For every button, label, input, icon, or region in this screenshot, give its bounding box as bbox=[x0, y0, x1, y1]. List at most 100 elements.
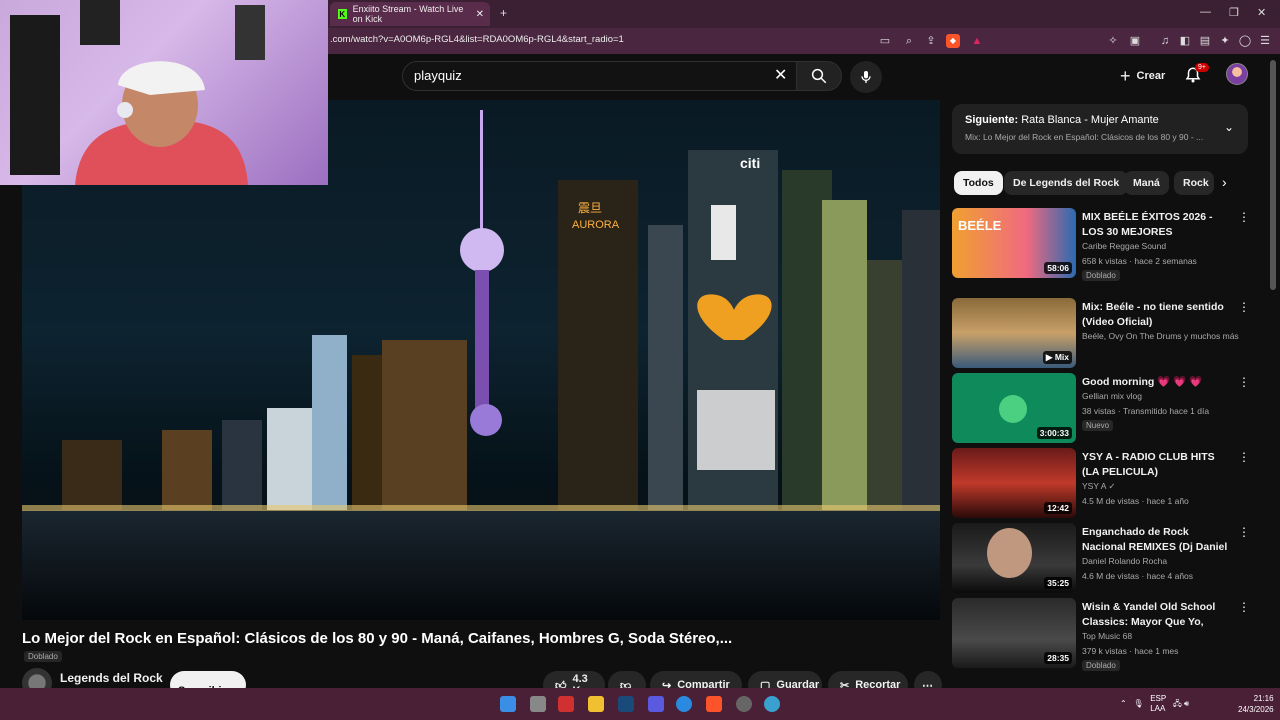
page-scrollbar[interactable] bbox=[1270, 60, 1276, 290]
search-input[interactable]: playquiz bbox=[402, 61, 797, 91]
duration-badge: ▶ Mix bbox=[1042, 351, 1072, 364]
zoom-icon[interactable]: ⌕ bbox=[902, 34, 916, 48]
extensions-icon[interactable]: ✧ bbox=[1106, 34, 1120, 48]
v-app-icon[interactable] bbox=[618, 696, 634, 712]
channel-name[interactable]: Legends del Rock bbox=[60, 671, 163, 685]
chevron-right-icon[interactable]: › bbox=[1222, 174, 1227, 190]
share-page-icon[interactable]: ⇪ bbox=[924, 34, 938, 48]
minimize-icon[interactable]: — bbox=[1200, 6, 1211, 18]
chip-rock[interactable]: Rock bbox=[1174, 171, 1214, 195]
app-icon[interactable] bbox=[648, 696, 664, 712]
edge-icon[interactable] bbox=[676, 696, 692, 712]
rec-channel: Top Music 68 bbox=[1082, 631, 1133, 641]
create-button[interactable]: + Crear bbox=[1110, 62, 1175, 90]
account-avatar[interactable] bbox=[1226, 63, 1248, 85]
more-vertical-icon[interactable]: ⋮ bbox=[1238, 375, 1250, 389]
file-explorer-icon[interactable] bbox=[588, 696, 604, 712]
chevron-down-icon[interactable]: ⌄ bbox=[1224, 120, 1234, 134]
list-item[interactable]: 12:42 YSY A - RADIO CLUB HITS (LA PELICU… bbox=[952, 448, 1252, 520]
rec-title: Enganchado de Rock Nacional REMIXES (Dj … bbox=[1082, 526, 1228, 553]
verified-icon: ✓ bbox=[1108, 481, 1116, 491]
rec-meta: 4.5 M de vistas · hace 1 año bbox=[1082, 496, 1189, 506]
url-field[interactable]: .com/watch?v=A0OM6p-RGL4&list=RDA0OM6p-R… bbox=[330, 34, 624, 45]
mix-label: Mix bbox=[1054, 352, 1069, 362]
thumbnail[interactable]: 28:35 bbox=[952, 598, 1076, 668]
chip-all[interactable]: Todos bbox=[954, 171, 1003, 195]
rec-channel: Beéle, Ovy On The Drums y muchos más bbox=[1082, 331, 1239, 341]
citi-text: citi bbox=[740, 155, 760, 171]
thumbnail[interactable]: 35:25 bbox=[952, 523, 1076, 593]
more-vertical-icon[interactable]: ⋮ bbox=[1238, 300, 1250, 314]
video-title: Lo Mejor del Rock en Español: Clásicos d… bbox=[22, 630, 733, 647]
tabs-icon[interactable]: ▤ bbox=[1198, 34, 1212, 48]
new-tab-button[interactable]: + bbox=[500, 6, 507, 20]
rec-channel-name: YSY A bbox=[1082, 481, 1106, 491]
thumbnail[interactable]: ▶ Mix bbox=[952, 298, 1076, 368]
volume-icon[interactable]: 🔊︎ bbox=[1184, 699, 1189, 708]
thumbnail[interactable]: 3:00:33 bbox=[952, 373, 1076, 443]
mic-tray-icon[interactable]: 🎙︎ bbox=[1133, 699, 1143, 708]
playlist-next-card[interactable]: Siguiente: Rata Blanca - Mujer Amante Mi… bbox=[952, 104, 1248, 154]
taskbar-clock[interactable]: 21:16 24/3/2026 bbox=[1238, 693, 1274, 715]
cast-icon[interactable]: ▭ bbox=[878, 34, 892, 48]
leo-icon[interactable]: ✦ bbox=[1218, 34, 1232, 48]
close-tab-icon[interactable]: ✕ bbox=[476, 9, 484, 20]
network-icon[interactable]: 🖧︎ bbox=[1173, 699, 1182, 708]
more-vertical-icon[interactable]: ⋮ bbox=[1238, 600, 1250, 614]
language-indicator[interactable]: ESP LAA bbox=[1150, 694, 1166, 714]
lang-primary: ESP bbox=[1150, 694, 1167, 703]
wallet-icon[interactable]: ▣ bbox=[1128, 34, 1142, 48]
sidebar-icon[interactable]: ◧ bbox=[1178, 34, 1192, 48]
browser-tab-kick[interactable]: K Enxiito Stream - Watch Live on Kick ✕ bbox=[330, 2, 490, 26]
task-view-icon[interactable] bbox=[530, 696, 546, 712]
obs-icon[interactable] bbox=[736, 696, 752, 712]
rec-channel: Caribe Reggae Sound bbox=[1082, 241, 1167, 251]
rec-title: YSY A - RADIO CLUB HITS (LA PELICULA) bbox=[1082, 451, 1215, 478]
acrobat-icon[interactable] bbox=[558, 696, 574, 712]
next-subtitle: Mix: Lo Mejor del Rock en Español: Clási… bbox=[965, 132, 1204, 142]
brave-taskbar-icon[interactable] bbox=[706, 696, 722, 712]
search-button[interactable] bbox=[796, 61, 842, 91]
streamer-webcam bbox=[0, 0, 328, 185]
maximize-icon[interactable]: ❐ bbox=[1229, 6, 1239, 19]
start-menu-icon[interactable] bbox=[500, 696, 516, 712]
thumbnail[interactable]: BEÉLE 58:06 bbox=[952, 208, 1076, 278]
globe-icon[interactable] bbox=[764, 696, 780, 712]
chip-mana[interactable]: Maná bbox=[1124, 171, 1169, 195]
list-item[interactable]: 28:35 Wisin & Yandel Old School Classics… bbox=[952, 598, 1252, 671]
clear-search-icon[interactable]: ✕ bbox=[774, 65, 787, 85]
rec-title: Wisin & Yandel Old School Classics: Mayo… bbox=[1082, 601, 1216, 628]
more-vertical-icon[interactable]: ⋮ bbox=[1238, 525, 1250, 539]
list-item[interactable]: 35:25 Enganchado de Rock Nacional REMIXE… bbox=[952, 523, 1252, 595]
music-icon[interactable]: ♫ bbox=[1158, 34, 1172, 48]
rec-badge: Doblado bbox=[1082, 660, 1120, 671]
next-up-line: Siguiente: Rata Blanca - Mujer Amante bbox=[965, 114, 1159, 126]
brave-rewards-icon[interactable]: ▲ bbox=[970, 34, 984, 48]
rec-channel: Gellian mix vlog bbox=[1082, 391, 1142, 401]
voice-search-button[interactable] bbox=[850, 61, 882, 93]
close-window-icon[interactable]: ✕ bbox=[1257, 6, 1266, 19]
vpn-icon[interactable]: ◯ bbox=[1238, 34, 1252, 48]
thumbnail[interactable]: 12:42 bbox=[952, 448, 1076, 518]
duration-badge: 12:42 bbox=[1044, 502, 1072, 514]
rec-meta: 658 k vistas · hace 2 semanas bbox=[1082, 256, 1197, 266]
tray-chevron-icon[interactable]: ⌃ bbox=[1120, 699, 1127, 708]
list-item[interactable]: ▶ Mix Mix: Beéle - no tiene sentido (Vid… bbox=[952, 298, 1252, 370]
rec-meta: 38 vistas · Transmitido hace 1 día bbox=[1082, 406, 1210, 416]
more-vertical-icon[interactable]: ⋮ bbox=[1238, 450, 1250, 464]
rec-meta: 379 k vistas · hace 1 mes bbox=[1082, 646, 1179, 656]
rec-title: MIX BEÉLE ÉXITOS 2026 - LOS 30 MEJORES C… bbox=[1082, 211, 1213, 238]
menu-icon[interactable]: ☰ bbox=[1258, 34, 1272, 48]
lang-secondary: LAA bbox=[1150, 704, 1166, 713]
aurora-text: AURORA bbox=[572, 219, 620, 231]
list-item[interactable]: 3:00:33 Good morning 💗 💗 💗 Gellian mix v… bbox=[952, 373, 1252, 445]
list-item[interactable]: BEÉLE 58:06 MIX BEÉLE ÉXITOS 2026 - LOS … bbox=[952, 208, 1252, 281]
brave-shield-icon[interactable]: ◆ bbox=[946, 34, 960, 48]
clock-date: 24/3/2026 bbox=[1238, 705, 1274, 714]
more-vertical-icon[interactable]: ⋮ bbox=[1238, 210, 1250, 224]
chip-legends[interactable]: De Legends del Rock bbox=[1004, 171, 1129, 195]
next-prefix: Siguiente: bbox=[965, 114, 1019, 126]
create-label: Crear bbox=[1136, 70, 1166, 82]
duration-badge: 58:06 bbox=[1044, 262, 1072, 274]
system-tray: ⌃ 🎙︎ ESP LAA 🖧︎ 🔊︎ bbox=[1120, 694, 1189, 714]
